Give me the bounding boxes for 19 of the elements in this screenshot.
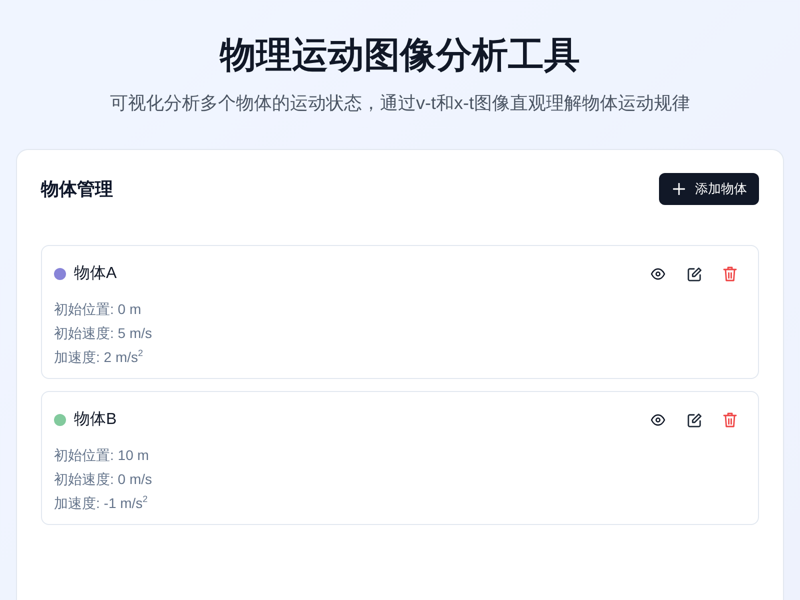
- eye-icon: [650, 268, 666, 280]
- object-parameter: 初始速度: 5 m/s: [54, 324, 152, 343]
- object-parameter: 加速度: -1 m/s$^{2}$: [54, 493, 149, 513]
- edit-icon: [686, 266, 702, 282]
- object-parameter: 初始位置: 0 m: [54, 300, 142, 319]
- plus-icon: [673, 183, 685, 195]
- eye-icon: [650, 414, 666, 426]
- object-name: 物体A: [74, 264, 117, 284]
- edit-icon: [686, 412, 702, 428]
- panel-title: 物体管理: [41, 178, 113, 201]
- page-title: 物理运动图像分析工具: [220, 33, 580, 76]
- page-subtitle: 可视化分析多个物体的运动状态，通过v-t和x-t图像直观理解物体运动规律: [110, 92, 690, 115]
- object-parameter: 加速度: 2 m/s$^{2}$: [54, 347, 144, 367]
- trash-icon: [723, 412, 737, 428]
- trash-icon: [723, 266, 737, 282]
- add-object-button[interactable]: 添加物体: [659, 173, 759, 205]
- object-parameter: 初始位置: 10 m: [54, 446, 150, 465]
- object-parameter: 初始速度: 0 m/s: [54, 470, 152, 489]
- object-name: 物体B: [74, 410, 117, 430]
